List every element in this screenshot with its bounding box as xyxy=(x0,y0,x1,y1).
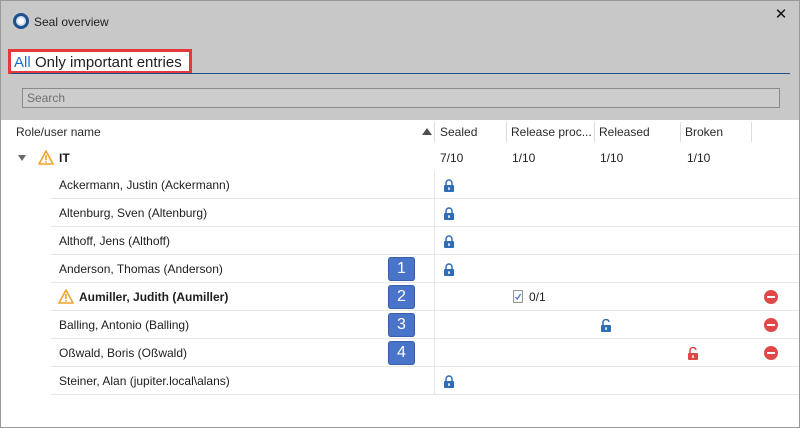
cell-divider xyxy=(434,367,435,395)
warning-icon xyxy=(58,289,74,304)
cell-divider xyxy=(434,339,435,367)
table-row[interactable]: Aumiller, Judith (Aumiller) 2 0/1 xyxy=(1,283,799,311)
warning-icon xyxy=(38,150,54,165)
column-header-sealed[interactable]: Sealed xyxy=(436,120,504,144)
sealed-lock-icon xyxy=(444,179,454,192)
table-row[interactable]: Balling, Antonio (Balling) 3 xyxy=(1,311,799,339)
callout-badge: 4 xyxy=(388,341,415,365)
collapse-arrow-icon[interactable] xyxy=(18,155,26,161)
sort-ascending-icon[interactable] xyxy=(422,128,432,135)
title-bar: Seal overview ✕ xyxy=(1,1,799,43)
group-name: IT xyxy=(59,151,70,165)
callout-badge: 3 xyxy=(388,313,415,337)
group-released-count: 1/10 xyxy=(600,151,624,165)
cell-divider xyxy=(434,199,435,227)
user-name: Aumiller, Judith (Aumiller) xyxy=(79,290,229,304)
release-process-value: 0/1 xyxy=(529,290,546,304)
window-title: Seal overview xyxy=(34,15,109,29)
table-row[interactable]: Steiner, Alan (jupiter.local\alans) xyxy=(1,367,799,395)
user-name: Steiner, Alan (jupiter.local\alans) xyxy=(59,374,230,388)
callout-badge: 1 xyxy=(388,257,415,281)
column-divider[interactable] xyxy=(751,122,752,142)
released-lock-icon xyxy=(601,319,611,332)
cell-divider xyxy=(434,255,435,283)
cell-divider xyxy=(434,171,435,199)
sealed-lock-icon xyxy=(444,207,454,220)
sealed-lock-icon xyxy=(444,235,454,248)
group-row-it[interactable]: IT 7/10 1/10 1/10 1/10 xyxy=(1,144,799,172)
table-row[interactable]: Althoff, Jens (Althoff) xyxy=(1,227,799,255)
column-header-released[interactable]: Released xyxy=(595,120,679,144)
user-name: Altenburg, Sven (Altenburg) xyxy=(59,206,208,220)
search-box[interactable] xyxy=(22,88,780,108)
broken-lock-icon xyxy=(688,347,698,360)
group-broken-count: 1/10 xyxy=(687,151,711,165)
column-header-name[interactable]: Role/user name xyxy=(12,120,412,144)
app-ring-icon xyxy=(13,13,29,29)
sealed-lock-icon xyxy=(444,263,454,276)
user-name: Oßwald, Boris (Oßwald) xyxy=(59,346,188,360)
remove-icon[interactable] xyxy=(764,346,778,360)
callout-badge: 2 xyxy=(388,285,415,309)
header-panel: Seal overview ✕ All Only important entri… xyxy=(1,1,799,120)
cell-divider xyxy=(434,311,435,339)
sealed-lock-icon xyxy=(444,375,454,388)
close-button[interactable]: ✕ xyxy=(773,7,789,23)
column-header-release[interactable]: Release proc... xyxy=(507,120,593,144)
column-header-row: Role/user name Sealed Release proc... Re… xyxy=(1,120,799,144)
group-sealed-count: 7/10 xyxy=(440,151,464,165)
remove-icon[interactable] xyxy=(764,290,778,304)
table-row[interactable]: Oßwald, Boris (Oßwald) 4 xyxy=(1,339,799,367)
user-name: Ackermann, Justin (Ackermann) xyxy=(59,178,230,192)
user-name: Althoff, Jens (Althoff) xyxy=(59,234,170,248)
table-row[interactable]: Ackermann, Justin (Ackermann) xyxy=(1,171,799,199)
table-row[interactable]: Anderson, Thomas (Anderson) 1 xyxy=(1,255,799,283)
column-divider[interactable] xyxy=(434,122,435,142)
table-row[interactable]: Altenburg, Sven (Altenburg) xyxy=(1,199,799,227)
user-name: Balling, Antonio (Balling) xyxy=(59,318,190,332)
cell-divider xyxy=(434,227,435,255)
filter-important-link[interactable]: Only important entries xyxy=(35,54,182,71)
column-header-broken[interactable]: Broken xyxy=(681,120,749,144)
user-name: Anderson, Thomas (Anderson) xyxy=(59,262,223,276)
search-input[interactable] xyxy=(23,89,779,107)
seal-overview-window: Seal overview ✕ All Only important entri… xyxy=(0,0,800,428)
cell-divider xyxy=(434,283,435,311)
filter-highlight: All Only important entries xyxy=(8,49,192,74)
filter-all-link[interactable]: All xyxy=(14,54,31,71)
group-release-count: 1/10 xyxy=(512,151,536,165)
filter-divider xyxy=(11,73,790,74)
remove-icon[interactable] xyxy=(764,318,778,332)
row-divider xyxy=(51,394,799,395)
release-process-icon xyxy=(513,290,523,303)
